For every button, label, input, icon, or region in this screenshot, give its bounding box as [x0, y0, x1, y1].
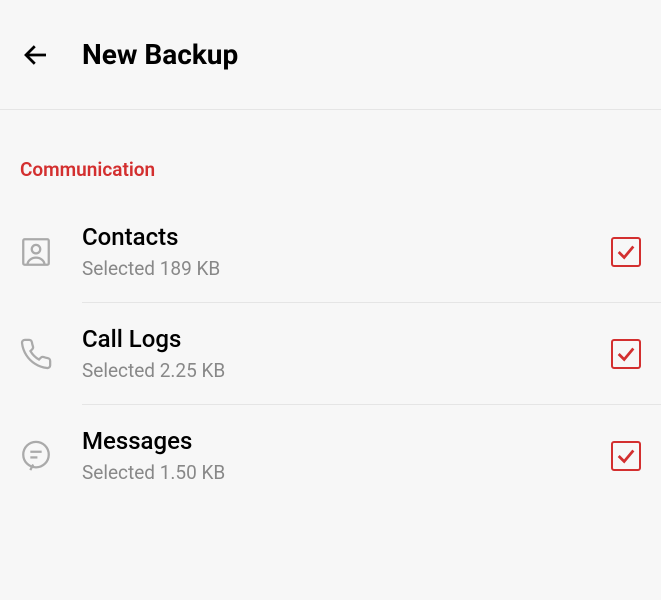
list-item-contacts[interactable]: Contacts Selected 189 KB: [0, 201, 661, 302]
item-text: Call Logs Selected 2.25 KB: [82, 325, 583, 382]
item-title: Contacts: [82, 223, 583, 251]
item-title: Call Logs: [82, 325, 583, 353]
checkmark-icon: [615, 241, 637, 263]
item-title: Messages: [82, 427, 583, 455]
checkmark-icon: [615, 445, 637, 467]
item-subtitle: Selected 1.50 KB: [82, 461, 583, 484]
checkbox-contacts[interactable]: [611, 237, 641, 267]
item-text: Contacts Selected 189 KB: [82, 223, 583, 280]
backup-items-list: Contacts Selected 189 KB Call Logs Selec…: [0, 201, 661, 506]
page-title: New Backup: [82, 38, 238, 71]
list-item-messages[interactable]: Messages Selected 1.50 KB: [0, 405, 661, 506]
back-button[interactable]: [20, 39, 52, 71]
checkmark-icon: [615, 343, 637, 365]
message-icon: [18, 438, 54, 474]
section-label: Communication: [0, 110, 661, 201]
header: New Backup: [0, 0, 661, 109]
item-text: Messages Selected 1.50 KB: [82, 427, 583, 484]
phone-icon: [18, 336, 54, 372]
item-subtitle: Selected 2.25 KB: [82, 359, 583, 382]
back-arrow-icon: [21, 40, 51, 70]
contacts-icon: [18, 234, 54, 270]
list-item-call-logs[interactable]: Call Logs Selected 2.25 KB: [0, 303, 661, 404]
checkbox-messages[interactable]: [611, 441, 641, 471]
item-subtitle: Selected 189 KB: [82, 257, 583, 280]
checkbox-call-logs[interactable]: [611, 339, 641, 369]
